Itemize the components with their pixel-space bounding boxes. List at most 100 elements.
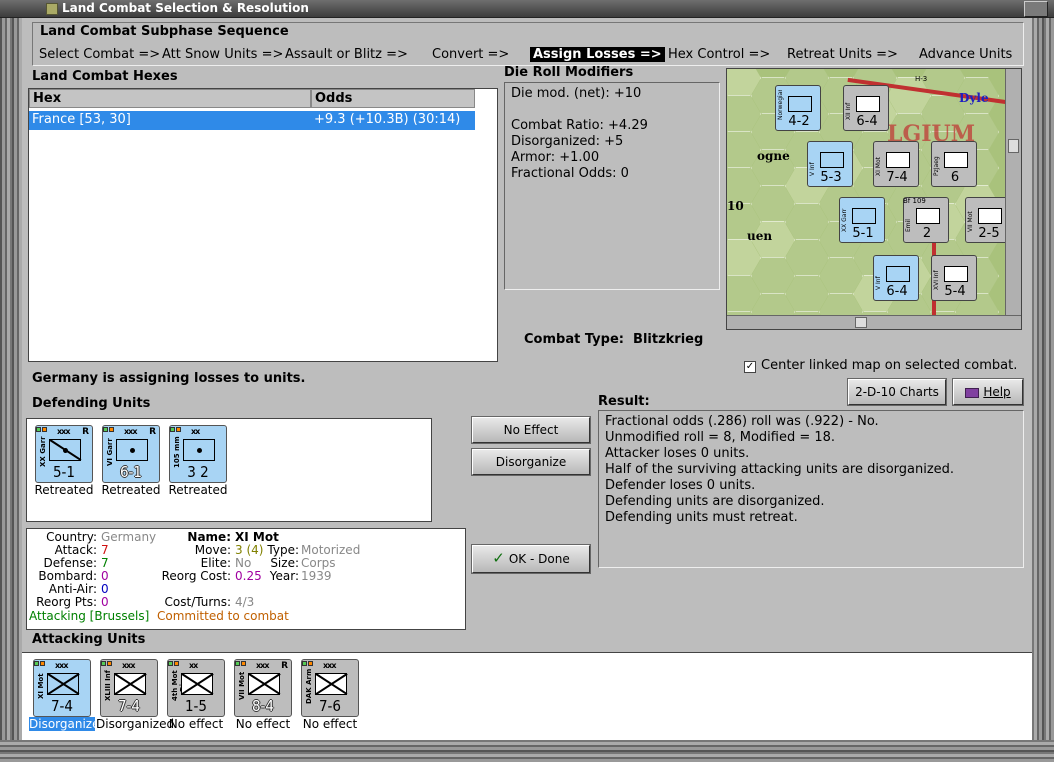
unit-r-tag: R <box>281 661 288 671</box>
unit-counter[interactable]: xxx DAK Arm 7-6 No effect <box>297 659 363 731</box>
info-value: 0 <box>101 582 109 596</box>
unit-counter[interactable]: xxx XX Garr R 5-1 Retreated <box>31 425 97 497</box>
checkmark-icon: ✓ <box>492 549 505 567</box>
unit-counter-face[interactable]: xxx XI Mot 7-4 <box>33 659 91 717</box>
map-unit-strength: 2 <box>922 226 932 241</box>
info-value: XI Mot <box>235 530 279 544</box>
no-effect-button[interactable]: No Effect <box>471 416 591 444</box>
unit-type-icon <box>47 673 79 695</box>
map-unit-strength: 6-4 <box>886 284 908 299</box>
map-unit-counter[interactable]: V Inf 6-4 <box>873 255 919 301</box>
map-unit-counter[interactable]: XI Mot 7-4 <box>873 141 919 187</box>
unit-counter-face[interactable]: xxx VI Garr R 6-1 <box>102 425 160 483</box>
result-line: Defending units must retreat. <box>605 510 798 525</box>
map-horizontal-scrollbar[interactable] <box>727 315 1021 329</box>
unit-counter-face[interactable]: xx 105 mm 3 2 <box>169 425 227 483</box>
sequence-title: Land Combat Subphase Sequence <box>40 24 289 39</box>
result-title: Result: <box>598 394 650 409</box>
info-value: Motorized <box>301 543 361 557</box>
defending-title: Defending Units <box>32 396 151 411</box>
die-roll-modifiers: Die mod. (net): +10 Combat Ratio: +4.29 Di… <box>504 82 720 290</box>
ok-done-button[interactable]: ✓ OK - Done <box>471 544 591 574</box>
disorganize-button[interactable]: Disorganize <box>471 448 591 476</box>
unit-type-icon <box>852 208 876 224</box>
column-odds[interactable]: Odds <box>311 89 475 108</box>
die-mod-line: Fractional Odds: 0 <box>511 166 629 181</box>
combat-hex-list[interactable]: Hex Odds France [53, 30] +9.3 (+10.3B) (… <box>28 88 498 362</box>
unit-caption: No effect <box>302 717 358 731</box>
map-unit-strength: 5-3 <box>820 170 842 185</box>
unit-type-icon <box>916 208 940 224</box>
die-mod-line: Armor: +1.00 <box>511 150 600 165</box>
map-unit-counter[interactable]: XVI Inf 5-4 <box>931 255 977 301</box>
map-unit-strength: 6 <box>950 170 960 185</box>
map-unit-counter[interactable]: PzJaeg 6 <box>931 141 977 187</box>
map-unit-strength: 7-4 <box>886 170 908 185</box>
info-value: 0.25 <box>235 569 262 583</box>
unit-type-icon <box>183 439 215 461</box>
unit-counter[interactable]: xx 105 mm 3 2 Retreated <box>165 425 231 497</box>
info-value: 0 <box>101 569 109 583</box>
hex-row-hex[interactable]: France [53, 30] <box>29 111 311 130</box>
info-label: Country: <box>46 530 97 544</box>
unit-counter[interactable]: xx4th Mot Div1-5No effect <box>163 659 229 731</box>
unit-strength: 7-4 <box>117 697 141 715</box>
scroll-thumb[interactable] <box>1008 139 1019 153</box>
info-label: Reorg Cost: <box>161 569 231 583</box>
hex-row-odds[interactable]: +9.3 (+10.3B) (30:14) <box>311 111 475 130</box>
unit-type-icon <box>315 673 347 695</box>
unit-r-tag: R <box>149 427 156 437</box>
unit-counter[interactable]: xxx XLIII Inf 7-4 Disorganized <box>96 659 175 731</box>
column-hex[interactable]: Hex <box>29 89 311 108</box>
unit-strength: 7-6 <box>318 697 342 715</box>
unit-counter-face[interactable]: xxx XX Garr R 5-1 <box>35 425 93 483</box>
map-unit-counter[interactable]: V Inf 5-3 <box>807 141 853 187</box>
unit-echelon: xx <box>191 427 200 436</box>
unit-counter-face[interactable]: xxx DAK Arm 7-6 <box>301 659 359 717</box>
die-mod-line: Die mod. (net): +10 <box>511 86 642 101</box>
close-button[interactable] <box>1024 1 1048 17</box>
checkmark-icon[interactable]: ✓ <box>744 361 756 373</box>
unit-counter[interactable]: xxx XI Mot 7-4 Disorganized <box>29 659 107 731</box>
plane-label: Bf 109 <box>903 197 926 205</box>
map-hex <box>819 329 863 330</box>
map-unit-strength: 5-1 <box>852 226 874 241</box>
sequence-step: Hex Control => <box>668 47 771 62</box>
title-bar[interactable]: Land Combat Selection & Resolution <box>0 0 1054 18</box>
unit-counter[interactable]: xxx VII Mot R 8-4 No effect <box>230 659 296 731</box>
unit-strength: 7-4 <box>50 697 74 715</box>
map-unit-counter[interactable]: XII Inf 6-4 <box>843 85 889 131</box>
center-linked-label: Center linked map on selected combat. <box>761 358 1018 373</box>
info-label: Elite: <box>200 556 231 570</box>
unit-status-dots <box>302 655 322 666</box>
unit-counter-face[interactable]: xxx XLIII Inf 7-4 <box>100 659 158 717</box>
charts-button[interactable]: 2-D-10 Charts <box>847 378 947 406</box>
map-unit-counter[interactable]: Norwegian 4-2 <box>775 85 821 131</box>
unit-caption: Disorganized <box>96 717 175 731</box>
map-vertical-scrollbar[interactable] <box>1005 69 1021 315</box>
unit-type-icon <box>886 266 910 282</box>
unit-caption: No effect <box>168 717 224 731</box>
info-label: Move: <box>194 543 231 557</box>
unit-strength: 5-1 <box>52 463 76 481</box>
window-icon <box>46 3 58 15</box>
help-button[interactable]: Help <box>952 378 1024 406</box>
linked-map[interactable]: ogne Dyle uen LGIUM 10 Norwegian 4-2 XII Inf 6-4… <box>726 68 1022 330</box>
frame-bottom <box>0 740 1054 762</box>
unit-counter-face[interactable]: xx4th Mot Div1-5 <box>167 659 225 717</box>
map-unit-counter[interactable]: XX Garr 5-1 <box>839 197 885 243</box>
unit-echelon: xxx <box>122 661 136 670</box>
unit-type-icon <box>788 96 812 112</box>
unit-counter-face[interactable]: xxx VII Mot R 8-4 <box>234 659 292 717</box>
combat-type: Combat Type: Blitzkrieg <box>524 332 703 347</box>
unit-type-icon <box>856 96 880 112</box>
scroll-thumb[interactable] <box>855 317 867 328</box>
unit-strength: 6-1 <box>119 463 143 481</box>
map-label: Dyle <box>959 91 989 105</box>
center-linked-checkbox[interactable]: ✓ Center linked map on selected combat. <box>744 358 1017 373</box>
die-mod-line: Disorganized: +5 <box>511 134 624 149</box>
ok-done-label: OK - Done <box>508 552 570 566</box>
unit-caption: Retreated <box>101 483 161 497</box>
defending-units: xxx XX Garr R 5-1 Retreated xxx VI Garr R 6-1 Ret… <box>26 418 432 522</box>
unit-counter[interactable]: xxx VI Garr R 6-1 Retreated <box>98 425 164 497</box>
